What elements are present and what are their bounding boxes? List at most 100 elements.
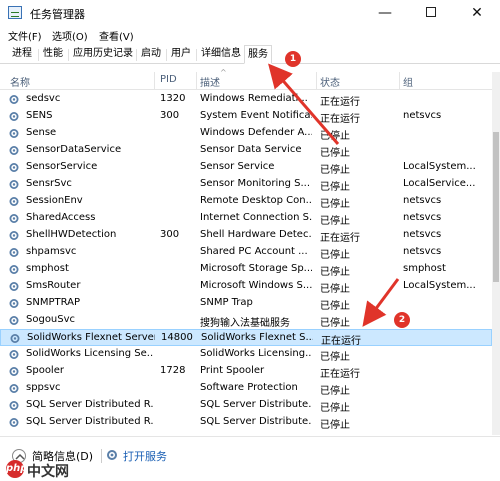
service-group: netsvcs (403, 246, 442, 257)
service-pid: 14800 (161, 332, 193, 343)
service-description: Internet Connection S... (200, 212, 312, 223)
tab-app-history[interactable]: 应用历史记录 (70, 47, 136, 64)
minimize-button[interactable]: — (362, 0, 408, 26)
service-gear-icon (9, 367, 19, 376)
tab-separator (196, 49, 197, 61)
service-row[interactable]: SmsRouter Microsoft Windows S... 已停止 LocalS… (0, 278, 492, 295)
service-row[interactable]: sppsvc Software Protection 已停止 (0, 380, 492, 397)
service-name: SolidWorks Licensing Se... (26, 348, 154, 359)
service-row[interactable]: Sense Windows Defender A... 已停止 (0, 125, 492, 142)
service-name: SessionEnv (26, 195, 83, 206)
service-status: 已停止 (320, 216, 350, 227)
tab-services[interactable]: 服务 (244, 45, 272, 64)
service-description: SolidWorks Flexnet S... (201, 332, 313, 343)
service-row[interactable]: SensorService Sensor Service 已停止 LocalSyste… (0, 159, 492, 176)
service-name: shpamsvc (26, 246, 77, 257)
service-description: Windows Remediati... (200, 93, 308, 104)
service-row[interactable]: smphost Microsoft Storage Sp... 已停止 smphost (0, 261, 492, 278)
column-header: ^ 名称 PID 描述 状态 组 (0, 68, 492, 90)
service-gear-icon (9, 265, 19, 274)
column-name[interactable]: 名称 (10, 74, 30, 89)
tab-details[interactable]: 详细信息 (198, 47, 244, 64)
service-gear-icon (9, 180, 19, 189)
column-divider[interactable] (399, 72, 400, 90)
service-row[interactable]: SQL Server Distributed R... SQL Server Di… (0, 397, 492, 414)
service-gear-icon (9, 95, 19, 104)
service-row[interactable]: SessionEnv Remote Desktop Con... 已停止 netsvc… (0, 193, 492, 210)
column-group[interactable]: 组 (403, 74, 413, 89)
footer-bar: 简略信息(D) 打开服务 (0, 436, 500, 481)
service-gear-icon (9, 129, 19, 138)
service-row[interactable]: SQL Server Distributed R... SQL Server Di… (0, 414, 492, 431)
column-pid[interactable]: PID (160, 74, 177, 85)
service-status: 正在运行 (320, 114, 360, 125)
menu-file[interactable]: 文件(F) (8, 28, 42, 43)
service-status: 已停止 (320, 131, 350, 142)
service-group: smphost (403, 263, 446, 274)
menu-options[interactable]: 选项(O) (52, 28, 88, 43)
service-status: 已停止 (320, 403, 350, 414)
service-name: SensorDataService (26, 144, 122, 155)
service-group: netsvcs (403, 229, 442, 240)
column-divider[interactable] (154, 72, 155, 90)
service-description: System Event Notifica... (200, 110, 312, 121)
service-row[interactable]: SensorDataService Sensor Data Service 已停止 (0, 142, 492, 159)
service-name: ShellHWDetection (26, 229, 117, 240)
service-name: sppsvc (26, 382, 61, 393)
column-divider[interactable] (196, 72, 197, 90)
service-gear-icon (9, 146, 19, 155)
close-button[interactable]: ✕ (454, 0, 500, 26)
service-row[interactable]: SolidWorks Flexnet Server 14800 SolidWorks… (0, 329, 492, 347)
service-status: 已停止 (320, 148, 350, 159)
service-description: Shared PC Account ... (200, 246, 308, 257)
tab-startup[interactable]: 启动 (138, 47, 164, 64)
service-gear-icon (10, 334, 20, 343)
service-row[interactable]: SogouSvc 搜狗输入法基础服务 已停止 (0, 312, 492, 329)
service-status: 已停止 (320, 301, 350, 312)
service-name: SENS (26, 110, 53, 121)
service-row[interactable]: SensrSvc Sensor Monitoring S... 已停止 LocalSe… (0, 176, 492, 193)
window-title: 任务管理器 (30, 8, 85, 21)
service-status: 已停止 (320, 250, 350, 261)
menu-bar: 文件(F) 选项(O) 查看(V) (0, 26, 500, 44)
column-status[interactable]: 状态 (320, 74, 340, 89)
service-row[interactable]: SNMPTRAP SNMP Trap 已停止 (0, 295, 492, 312)
column-divider[interactable] (316, 72, 317, 90)
footer-separator (101, 449, 102, 463)
service-description: Sensor Data Service (200, 144, 302, 155)
service-row[interactable]: ShellHWDetection 300 Shell Hardware Detec.… (0, 227, 492, 244)
menu-view[interactable]: 查看(V) (99, 28, 134, 43)
service-description: SolidWorks Licensing... (200, 348, 312, 359)
tab-separator (68, 49, 69, 61)
tab-bar: 进程 性能 应用历史记录 启动 用户 详细信息 服务 (0, 44, 500, 64)
service-row[interactable]: sedsvc 1320 Windows Remediati... 正在运行 (0, 91, 492, 108)
open-services-link[interactable]: 打开服务 (123, 448, 167, 464)
tab-processes[interactable]: 进程 (9, 47, 35, 64)
service-description: SQL Server Distribute... (200, 416, 312, 427)
services-gear-icon (107, 450, 117, 460)
service-gear-icon (9, 248, 19, 257)
service-description: Sensor Monitoring S... (200, 178, 310, 189)
service-row[interactable]: SolidWorks Licensing Se... SolidWorks Lic… (0, 346, 492, 363)
service-row[interactable]: SharedAccess Internet Connection S... 已停止 n… (0, 210, 492, 227)
maximize-button[interactable] (408, 0, 454, 26)
service-group: netsvcs (403, 212, 442, 223)
vertical-scrollbar[interactable] (492, 72, 500, 435)
tab-performance[interactable]: 性能 (40, 47, 66, 64)
service-row[interactable]: SENS 300 System Event Notifica... 正在运行 netsv… (0, 108, 492, 125)
service-gear-icon (9, 299, 19, 308)
service-description: Microsoft Windows S... (200, 280, 312, 291)
service-status: 已停止 (320, 420, 350, 431)
service-status: 已停止 (320, 386, 350, 397)
service-row[interactable]: Spooler 1728 Print Spooler 正在运行 (0, 363, 492, 380)
tab-users[interactable]: 用户 (168, 47, 194, 64)
watermark-text: 中文网 (27, 464, 69, 480)
service-status: 已停止 (320, 267, 350, 278)
service-description: Sensor Service (200, 161, 275, 172)
service-status: 已停止 (320, 182, 350, 193)
scrollbar-thumb[interactable] (493, 132, 499, 282)
service-description: Shell Hardware Detec... (200, 229, 312, 240)
service-description: Software Protection (200, 382, 298, 393)
column-description[interactable]: 描述 (200, 74, 220, 89)
service-row[interactable]: shpamsvc Shared PC Account ... 已停止 netsvcs (0, 244, 492, 261)
